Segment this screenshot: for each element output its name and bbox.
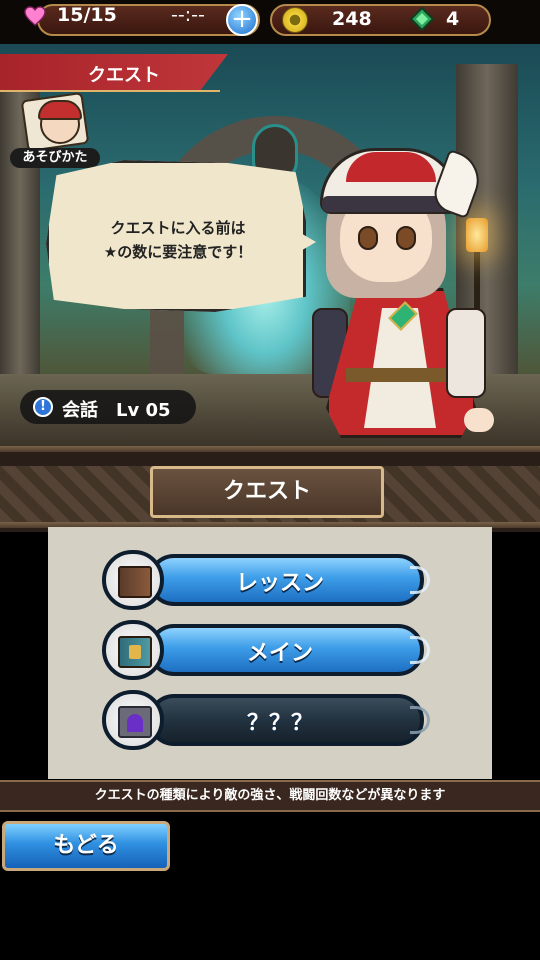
- lesson-book-icon: [118, 566, 152, 598]
- gem-count: 4: [446, 8, 460, 30]
- plus-icon: +: [231, 4, 253, 34]
- section-title: クエスト: [150, 466, 384, 518]
- guide-cap-icon: [38, 100, 82, 120]
- dialogue-line-2: ★の数に要注意です！: [103, 243, 253, 261]
- locked-label: ？？？: [246, 711, 313, 736]
- band-top-border: [0, 446, 540, 452]
- locked-icon-frame: [102, 690, 164, 750]
- dialogue-line-1: クエストに入る前は: [110, 219, 246, 237]
- how-to-play-label: あそびかた: [10, 148, 100, 168]
- main-label: メイン: [246, 641, 313, 666]
- main-icon-frame: [102, 620, 164, 680]
- locked-gate-icon: [118, 706, 152, 738]
- ribbon-edge: [0, 90, 220, 92]
- how-to-play-button[interactable]: あそびかた: [10, 91, 100, 168]
- lesson-icon-frame: [102, 550, 164, 610]
- scene-title: クエスト: [88, 65, 160, 86]
- coin-count: 248: [332, 8, 372, 30]
- dialogue-text: クエストに入る前は ★の数に要注意です！: [60, 216, 296, 264]
- chevron-right-icon: [410, 636, 430, 664]
- quest-scene: クエスト あそびかた クエストに入る前は ★の数に要注意です！ ! 会話 Lv …: [0, 44, 540, 446]
- add-stamina-button[interactable]: +: [226, 4, 258, 36]
- status-bar: 15/15 --:-- + 248 4: [0, 0, 540, 44]
- lesson-label: レッスン: [235, 571, 324, 596]
- scene-title-ribbon: クエスト: [0, 54, 228, 90]
- conversation-level[interactable]: ! 会話 Lv 05: [20, 390, 196, 424]
- character-hat-top: [346, 152, 436, 182]
- stamina-timer: --:--: [171, 4, 205, 26]
- lesson-quest-button[interactable]: レッスン: [102, 550, 432, 610]
- locked-quest-button[interactable]: ？？？: [102, 690, 432, 750]
- guide-character: [306, 108, 506, 446]
- character-hand: [464, 408, 494, 432]
- main-quest-button[interactable]: メイン: [102, 620, 432, 680]
- back-button[interactable]: もどる: [2, 821, 170, 871]
- character-eye: [396, 226, 416, 250]
- character-eye: [358, 226, 378, 250]
- coin-icon: [282, 7, 308, 33]
- heart-icon: [24, 6, 46, 26]
- chevron-right-icon: [410, 566, 430, 594]
- stamina-value: 15/15: [57, 4, 117, 26]
- conversation-level-label: 会話 Lv 05: [62, 400, 171, 421]
- gem-icon: [410, 7, 434, 31]
- main-book-icon: [118, 636, 152, 668]
- info-icon: !: [33, 397, 53, 417]
- quest-info-bar: クエストの種類により敵の強さ、戦闘回数などが異なります: [0, 780, 540, 812]
- chevron-right-icon: [410, 706, 430, 734]
- character-right-sleeve: [446, 308, 486, 398]
